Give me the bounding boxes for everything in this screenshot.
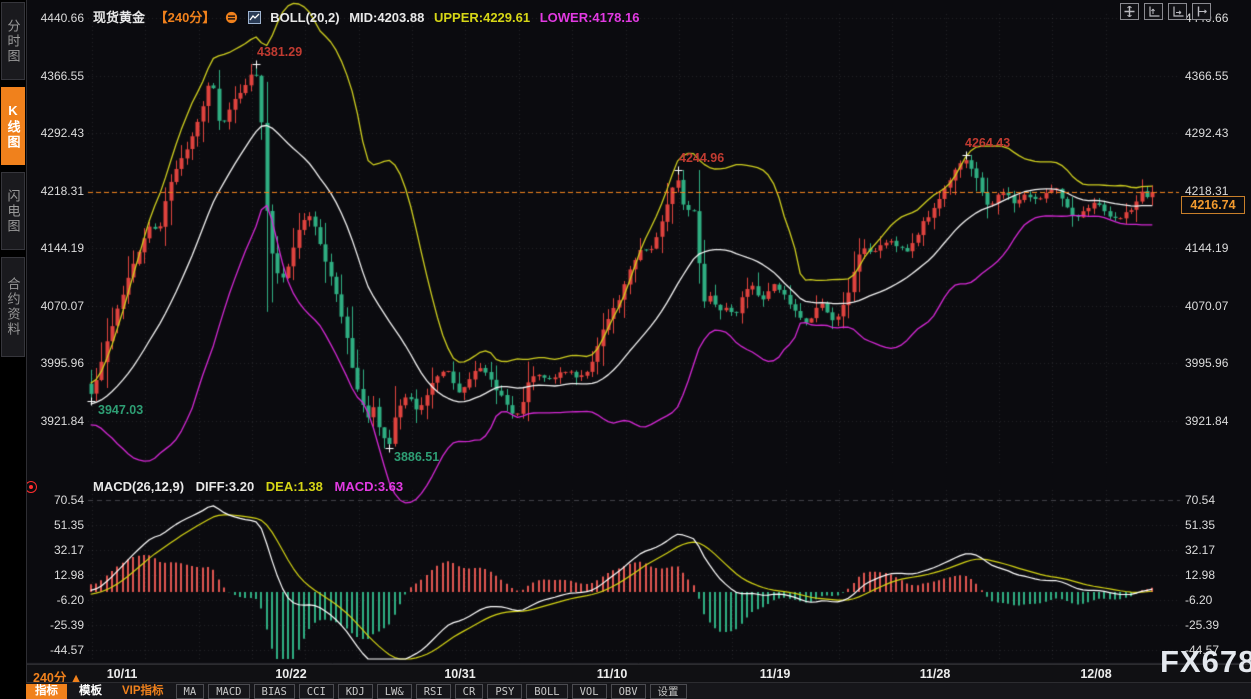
date-label: 10/11 [107,667,138,681]
macd-header: MACD(26,12,9) DIFF:3.20 DEA:1.38 MACD:3.… [93,479,411,494]
macd-tick-r-5: -25.39 [1185,618,1240,632]
y-axis-scale-icon[interactable] [1144,3,1163,20]
toolbar-button-BIAS[interactable]: BIAS [254,684,295,699]
pan-crosshair-icon[interactable] [1120,3,1139,20]
toolbar-button-RSI[interactable]: RSI [416,684,451,699]
symbol-name: 现货黄金 [93,10,145,25]
toolbar-button-LW&[interactable]: LW& [377,684,412,699]
macd-tick-l-2: 32.17 [29,543,84,557]
price-tick-l-2: 4292.43 [29,126,84,140]
chart-window: 现货黄金 【240分】 BOLL(20,2) MID:4203.88 UPPER… [0,0,1251,699]
toolbar-button-PSY[interactable]: PSY [487,684,522,699]
toolbar-button-KDJ[interactable]: KDJ [338,684,373,699]
macd-tick-l-3: 12.98 [29,568,84,582]
price-tick-l-0: 4440.66 [29,11,84,25]
date-label: 11/10 [597,667,628,681]
macd-tick-r-1: 51.35 [1185,518,1240,532]
toolbar-button-OBV[interactable]: OBV [611,684,646,699]
chart-header: 现货黄金 【240分】 BOLL(20,2) MID:4203.88 UPPER… [93,7,645,27]
chart-type-sidebar: 分时图 K线图闪电图合约资料 [0,0,27,699]
macd-tick-l-0: 70.54 [29,493,84,507]
x-axis-scale-icon[interactable] [1168,3,1187,20]
macd-tick-l-1: 51.35 [29,518,84,532]
toolbar-button-设置[interactable]: 设置 [650,684,687,699]
candlestick-chart-canvas[interactable] [0,0,1251,699]
last-price-badge: 4216.74 [1181,196,1245,214]
toolbar-button-MA[interactable]: MA [176,684,205,699]
period-tag: 【240分】 [155,10,216,25]
toolbar-button-VOL[interactable]: VOL [572,684,607,699]
price-tick-l-4: 4144.19 [29,241,84,255]
date-label: 12/08 [1080,667,1111,681]
date-label: 11/28 [920,667,951,681]
boll-upper-value: UPPER:4229.61 [434,10,530,25]
toolbar-button-模板[interactable]: 模板 [71,684,110,699]
toolbar-button-VIP指标[interactable]: VIP指标 [114,684,172,699]
price-tick-r-4: 4144.19 [1185,241,1240,255]
high-price-annotation: 4244.96 [679,151,724,165]
price-tick-r-5: 4070.07 [1185,299,1240,313]
price-tick-l-3: 4218.31 [29,184,84,198]
macd-tick-l-5: -25.39 [29,618,84,632]
fx678-watermark: FX678 [1160,644,1251,680]
toolbar-button-CR[interactable]: CR [455,684,484,699]
price-tick-l-5: 4070.07 [29,299,84,313]
toolbar-button-BOLL[interactable]: BOLL [526,684,567,699]
date-label: 11/19 [760,667,791,681]
macd-tick-r-0: 70.54 [1185,493,1240,507]
shift-right-icon[interactable] [1192,3,1211,20]
price-tick-r-1: 4366.55 [1185,69,1240,83]
price-tick-l-6: 3995.96 [29,356,84,370]
high-price-annotation: 4381.29 [257,45,302,59]
date-label: 10/22 [275,667,306,681]
date-axis-row: 240分 ▲ 10/1110/2210/3111/1011/1911/2812/… [26,664,1251,683]
date-label: 10/31 [444,667,475,681]
toolbar-button-MACD[interactable]: MACD [208,684,249,699]
sidebar-tab-lightning-chart[interactable]: 闪电图 [1,172,25,250]
price-tick-r-6: 3995.96 [1185,356,1240,370]
low-price-annotation: 3947.03 [98,403,143,417]
macd-tick-l-4: -6.20 [29,593,84,607]
collapse-circle-icon[interactable] [225,11,238,27]
price-tick-l-1: 4366.55 [29,69,84,83]
sidebar-tab-kline-chart[interactable]: K线图 [1,87,25,165]
macd-tick-r-3: 12.98 [1185,568,1240,582]
macd-tick-r-4: -6.20 [1185,593,1240,607]
price-tick-r-7: 3921.84 [1185,414,1240,428]
toolbar-button-CCI[interactable]: CCI [299,684,334,699]
indicator-toolbar: 指标模板 VIP指标 MAMACD BIAS CCI KDJ LW&RSI CRPSY BOLL… [26,682,1251,699]
price-tick-l-7: 3921.84 [29,414,84,428]
low-price-annotation: 3886.51 [394,450,439,464]
chart-tool-icons [1120,3,1211,20]
macd-dea-value: DEA:1.38 [266,479,323,494]
macd-diff-value: DIFF:3.20 [196,479,255,494]
macd-tick-l-6: -44.57 [29,643,84,657]
boll-lower-value: LOWER:4178.16 [540,10,640,25]
boll-indicator-label: BOLL(20,2) [270,10,339,25]
indicator-settings-icon[interactable] [248,11,261,27]
toolbar-button-指标[interactable]: 指标 [26,684,67,699]
price-tick-r-2: 4292.43 [1185,126,1240,140]
macd-indicator-label: MACD(26,12,9) [93,479,184,494]
sidebar-tab-contract-info[interactable]: 合约资料 [1,257,25,357]
sidebar-tab-time-chart[interactable]: 分时图 [1,2,25,80]
macd-macd-value: MACD:3.63 [335,479,404,494]
boll-mid-value: MID:4203.88 [349,10,424,25]
macd-tick-r-2: 32.17 [1185,543,1240,557]
high-price-annotation: 4264.43 [965,136,1010,150]
